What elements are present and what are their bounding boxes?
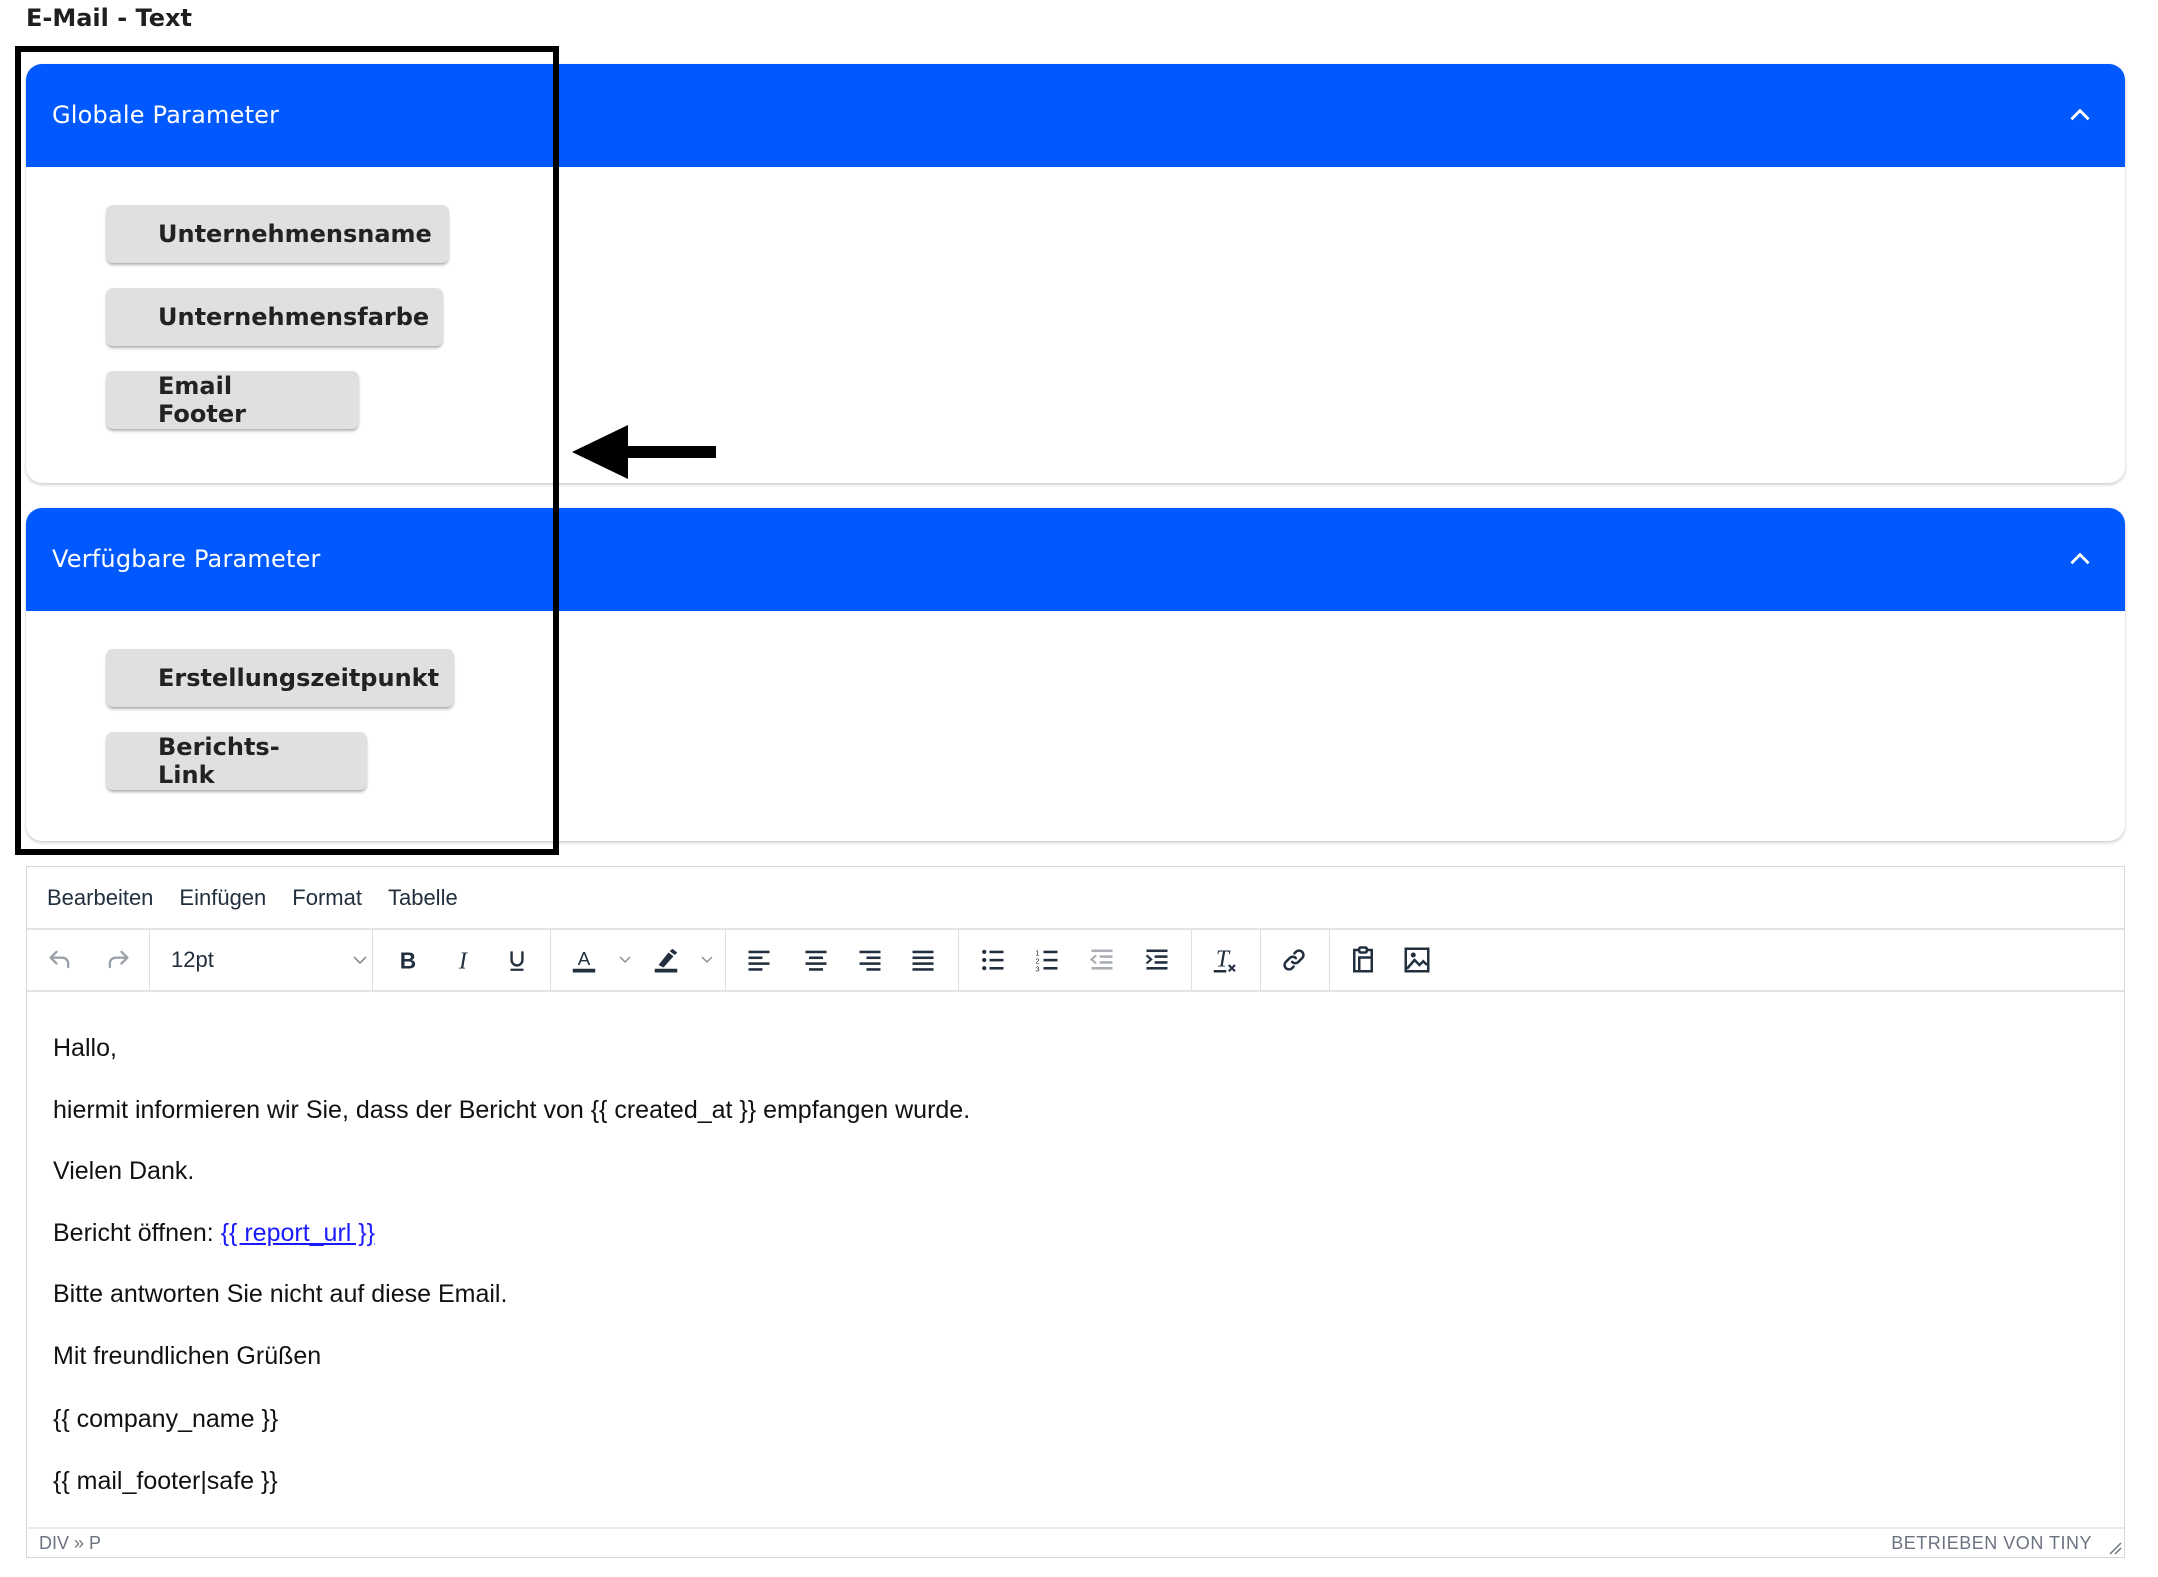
svg-text:3: 3	[1035, 965, 1039, 974]
toolbar-divider	[1329, 930, 1330, 990]
global-parameters-header[interactable]: Globale Parameter	[26, 64, 2125, 167]
svg-text:T: T	[1216, 946, 1231, 972]
indent-icon	[1145, 949, 1168, 970]
toolbar-divider	[149, 930, 150, 990]
align-justify-icon	[912, 950, 934, 971]
numbered-list-icon: 1 2 3	[1035, 948, 1058, 974]
resize-handle-icon[interactable]	[2106, 1539, 2122, 1555]
underline-icon	[510, 951, 524, 971]
global-parameters-panel: Globale Parameter Unternehmensname Unter…	[26, 64, 2125, 483]
editor-menubar: Bearbeiten Einfügen Format Tabelle	[27, 867, 2124, 930]
bold-button[interactable]: B	[393, 930, 423, 990]
insert-link-button[interactable]	[1276, 930, 1312, 990]
toolbar-divider	[1260, 930, 1261, 990]
available-parameters-header[interactable]: Verfügbare Parameter	[26, 508, 2125, 611]
available-parameters-body: Erstellungszeitpunkt Berichts-Link	[26, 611, 2125, 790]
editor-content-area[interactable]: Hallo, hiermit informieren wir Sie, dass…	[27, 991, 2124, 1527]
align-center-button[interactable]	[798, 930, 834, 990]
bullet-list-button[interactable]	[975, 930, 1011, 990]
numbered-list-button[interactable]: 1 2 3	[1029, 930, 1065, 990]
element-path[interactable]: DIV » P	[39, 1533, 101, 1554]
highlight-color-dropdown[interactable]	[695, 930, 719, 990]
content-line: {{ company_name }}	[53, 1405, 279, 1433]
chevron-down-icon	[619, 956, 631, 964]
text-color-dropdown[interactable]	[613, 930, 637, 990]
image-icon	[1404, 947, 1430, 973]
menu-format[interactable]: Format	[292, 885, 362, 911]
company-color-button[interactable]: Unternehmensfarbe	[106, 288, 443, 346]
content-line: hiermit informieren wir Sie, dass der Be…	[53, 1096, 971, 1124]
annotation-arrow-left-icon	[572, 425, 716, 479]
editor-statusbar: DIV » P BETRIEBEN VON TINY	[27, 1527, 2124, 1557]
page-title: E-Mail - Text	[26, 4, 192, 32]
italic-button[interactable]: I	[448, 930, 478, 990]
paste-button[interactable]	[1345, 930, 1381, 990]
align-center-icon	[805, 950, 827, 971]
link-icon	[1283, 949, 1305, 971]
chevron-down-icon	[701, 956, 713, 964]
clear-formatting-icon: T	[1213, 946, 1236, 973]
email-footer-button[interactable]: Email Footer	[106, 371, 359, 429]
report-url-link[interactable]: {{ report_url }}	[221, 1219, 375, 1247]
toolbar-divider	[372, 930, 373, 990]
outdent-icon	[1089, 949, 1113, 970]
svg-text:B: B	[400, 948, 416, 974]
chevron-up-icon[interactable]	[2067, 546, 2093, 572]
insert-image-button[interactable]	[1399, 930, 1435, 990]
italic-icon: I	[458, 949, 468, 974]
undo-icon	[49, 950, 70, 969]
company-name-button[interactable]: Unternehmensname	[106, 205, 449, 263]
report-link-button[interactable]: Berichts-Link	[106, 732, 367, 790]
outdent-button[interactable]	[1084, 930, 1120, 990]
bold-icon: B	[400, 948, 416, 974]
chevron-up-icon[interactable]	[2067, 102, 2093, 128]
editor-toolbar: 12pt B I A 1 2 3 T	[27, 930, 2124, 992]
menu-edit[interactable]: Bearbeiten	[47, 885, 153, 911]
bullet-list-icon	[982, 949, 1004, 971]
content-line: Hallo,	[53, 1034, 117, 1062]
redo-button[interactable]	[101, 930, 135, 990]
text-color-icon: A	[572, 948, 596, 973]
toolbar-divider	[550, 930, 551, 990]
content-line: Vielen Dank.	[53, 1157, 195, 1185]
chevron-down-icon	[353, 956, 367, 965]
toolbar-divider	[958, 930, 959, 990]
redo-icon	[108, 950, 129, 969]
undo-button[interactable]	[43, 930, 77, 990]
highlight-color-icon	[654, 948, 678, 973]
rich-text-editor: Bearbeiten Einfügen Format Tabelle 12pt	[26, 866, 2125, 1558]
content-line: Mit freundlichen Grüßen	[53, 1342, 322, 1370]
menu-table[interactable]: Tabelle	[388, 885, 458, 911]
align-right-button[interactable]	[852, 930, 888, 990]
clear-formatting-button[interactable]: T	[1207, 930, 1243, 990]
align-left-icon	[748, 950, 770, 971]
font-size-select[interactable]: 12pt	[151, 930, 373, 990]
svg-text:I: I	[458, 949, 468, 974]
underline-button[interactable]	[502, 930, 532, 990]
powered-by-link[interactable]: BETRIEBEN VON TINY	[1891, 1533, 2092, 1554]
content-line: {{ mail_footer|safe }}	[53, 1467, 278, 1495]
panel-title: Globale Parameter	[52, 101, 280, 129]
highlight-color-button[interactable]	[649, 930, 683, 990]
global-parameters-body: Unternehmensname Unternehmensfarbe Email…	[26, 167, 2125, 429]
available-parameters-panel: Verfügbare Parameter Erstellungszeitpunk…	[26, 508, 2125, 841]
align-justify-button[interactable]	[905, 930, 941, 990]
menu-insert[interactable]: Einfügen	[179, 885, 266, 911]
created-at-button[interactable]: Erstellungszeitpunkt	[106, 649, 454, 707]
align-right-icon	[859, 950, 881, 971]
font-size-value: 12pt	[171, 947, 214, 972]
text-color-button[interactable]: A	[567, 930, 601, 990]
align-left-button[interactable]	[741, 930, 777, 990]
toolbar-divider	[725, 930, 726, 990]
toolbar-divider	[1191, 930, 1192, 990]
svg-text:A: A	[578, 948, 591, 969]
paste-icon	[1353, 946, 1373, 973]
indent-button[interactable]	[1139, 930, 1175, 990]
content-line: Bitte antworten Sie nicht auf diese Emai…	[53, 1280, 508, 1308]
content-line: Bericht öffnen: {{ report_url }}	[53, 1219, 375, 1247]
panel-title: Verfügbare Parameter	[52, 545, 321, 573]
